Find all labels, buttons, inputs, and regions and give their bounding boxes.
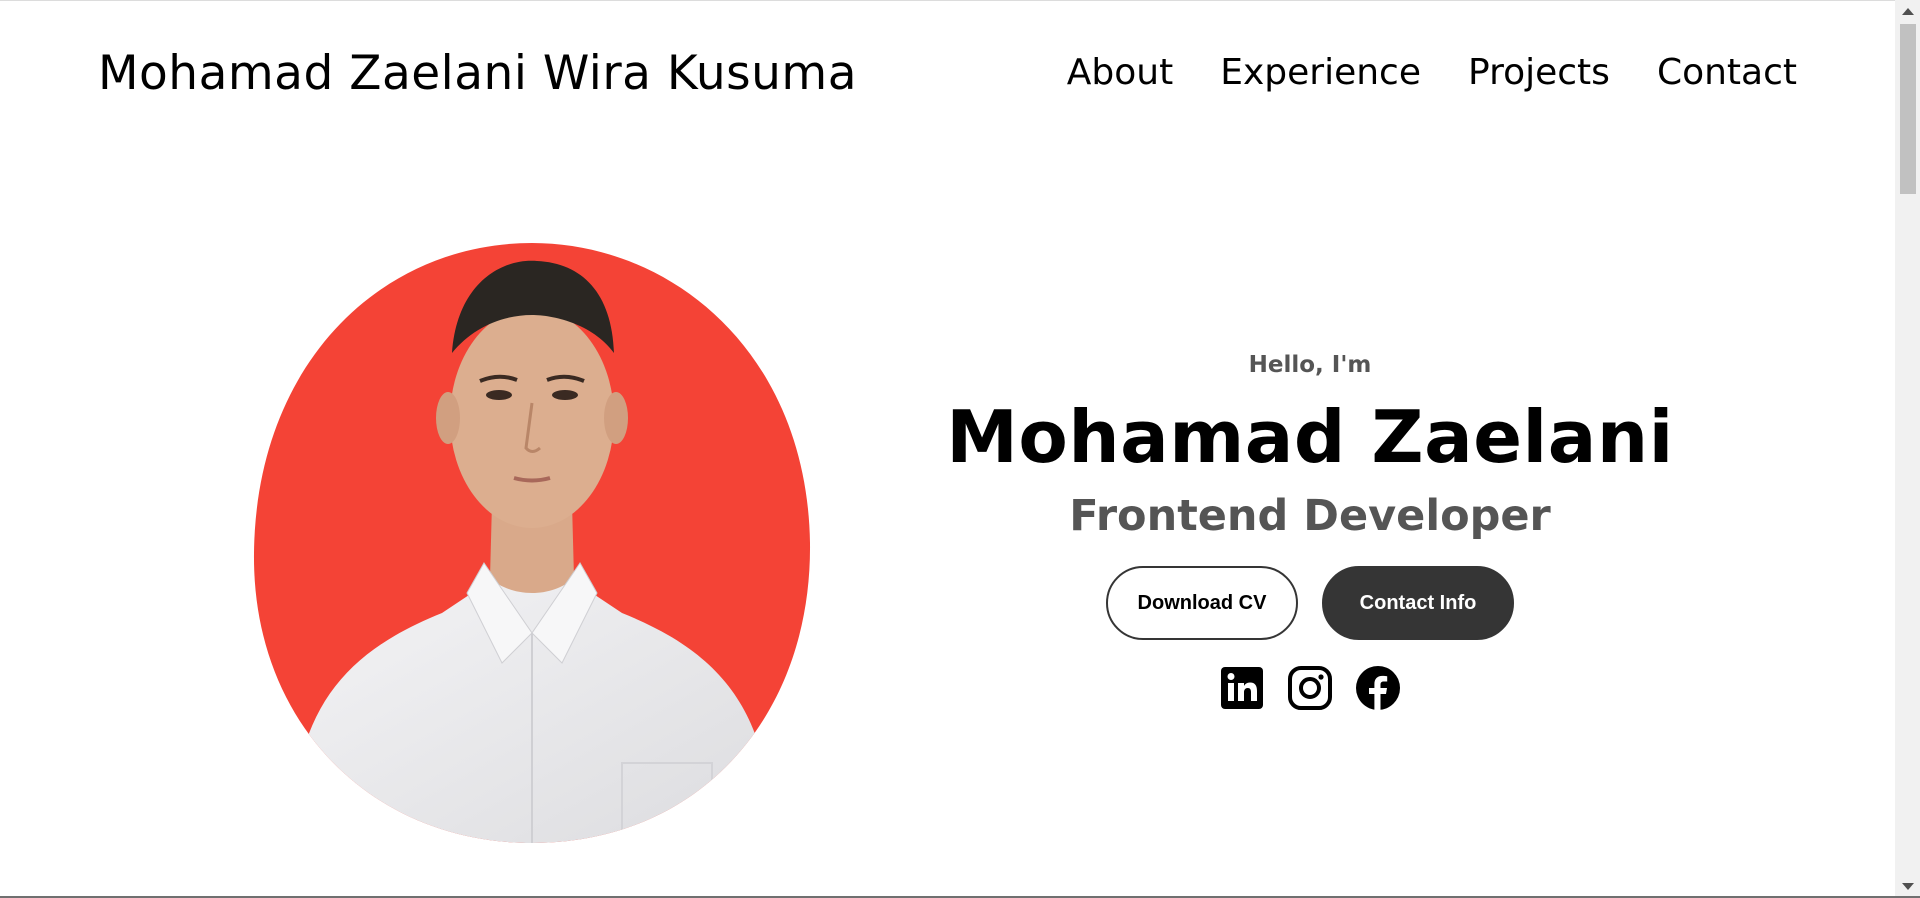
- top-divider: [0, 0, 1895, 1]
- scroll-up-icon[interactable]: [1902, 8, 1914, 15]
- nav-experience[interactable]: Experience: [1220, 52, 1421, 93]
- vertical-scrollbar[interactable]: [1895, 0, 1920, 898]
- hero-role: Frontend Developer: [1069, 491, 1551, 541]
- download-cv-button[interactable]: Download CV: [1106, 566, 1298, 640]
- hero-buttons: Download CV Contact Info: [920, 566, 1700, 640]
- facebook-icon[interactable]: [1354, 664, 1402, 712]
- greeting-text: Hello, I'm: [1248, 352, 1372, 378]
- hero-text: Hello, I'm Mohamad Zaelani Frontend Deve…: [920, 352, 1700, 712]
- scroll-thumb[interactable]: [1900, 24, 1916, 194]
- main-nav: About Experience Projects Contact: [1067, 52, 1797, 93]
- page: Mohamad Zaelani Wira Kusuma About Experi…: [0, 0, 1895, 898]
- instagram-icon[interactable]: [1286, 664, 1334, 712]
- scroll-down-icon[interactable]: [1902, 883, 1914, 890]
- linkedin-icon[interactable]: [1218, 664, 1266, 712]
- profile-photo: [253, 243, 811, 843]
- nav-projects[interactable]: Projects: [1468, 52, 1610, 93]
- nav-contact[interactable]: Contact: [1657, 52, 1797, 93]
- nav-about[interactable]: About: [1067, 52, 1173, 93]
- social-links: [920, 664, 1700, 712]
- site-brand[interactable]: Mohamad Zaelani Wira Kusuma: [98, 46, 857, 101]
- contact-info-button[interactable]: Contact Info: [1322, 566, 1514, 640]
- hero-name: Mohamad Zaelani: [946, 395, 1674, 479]
